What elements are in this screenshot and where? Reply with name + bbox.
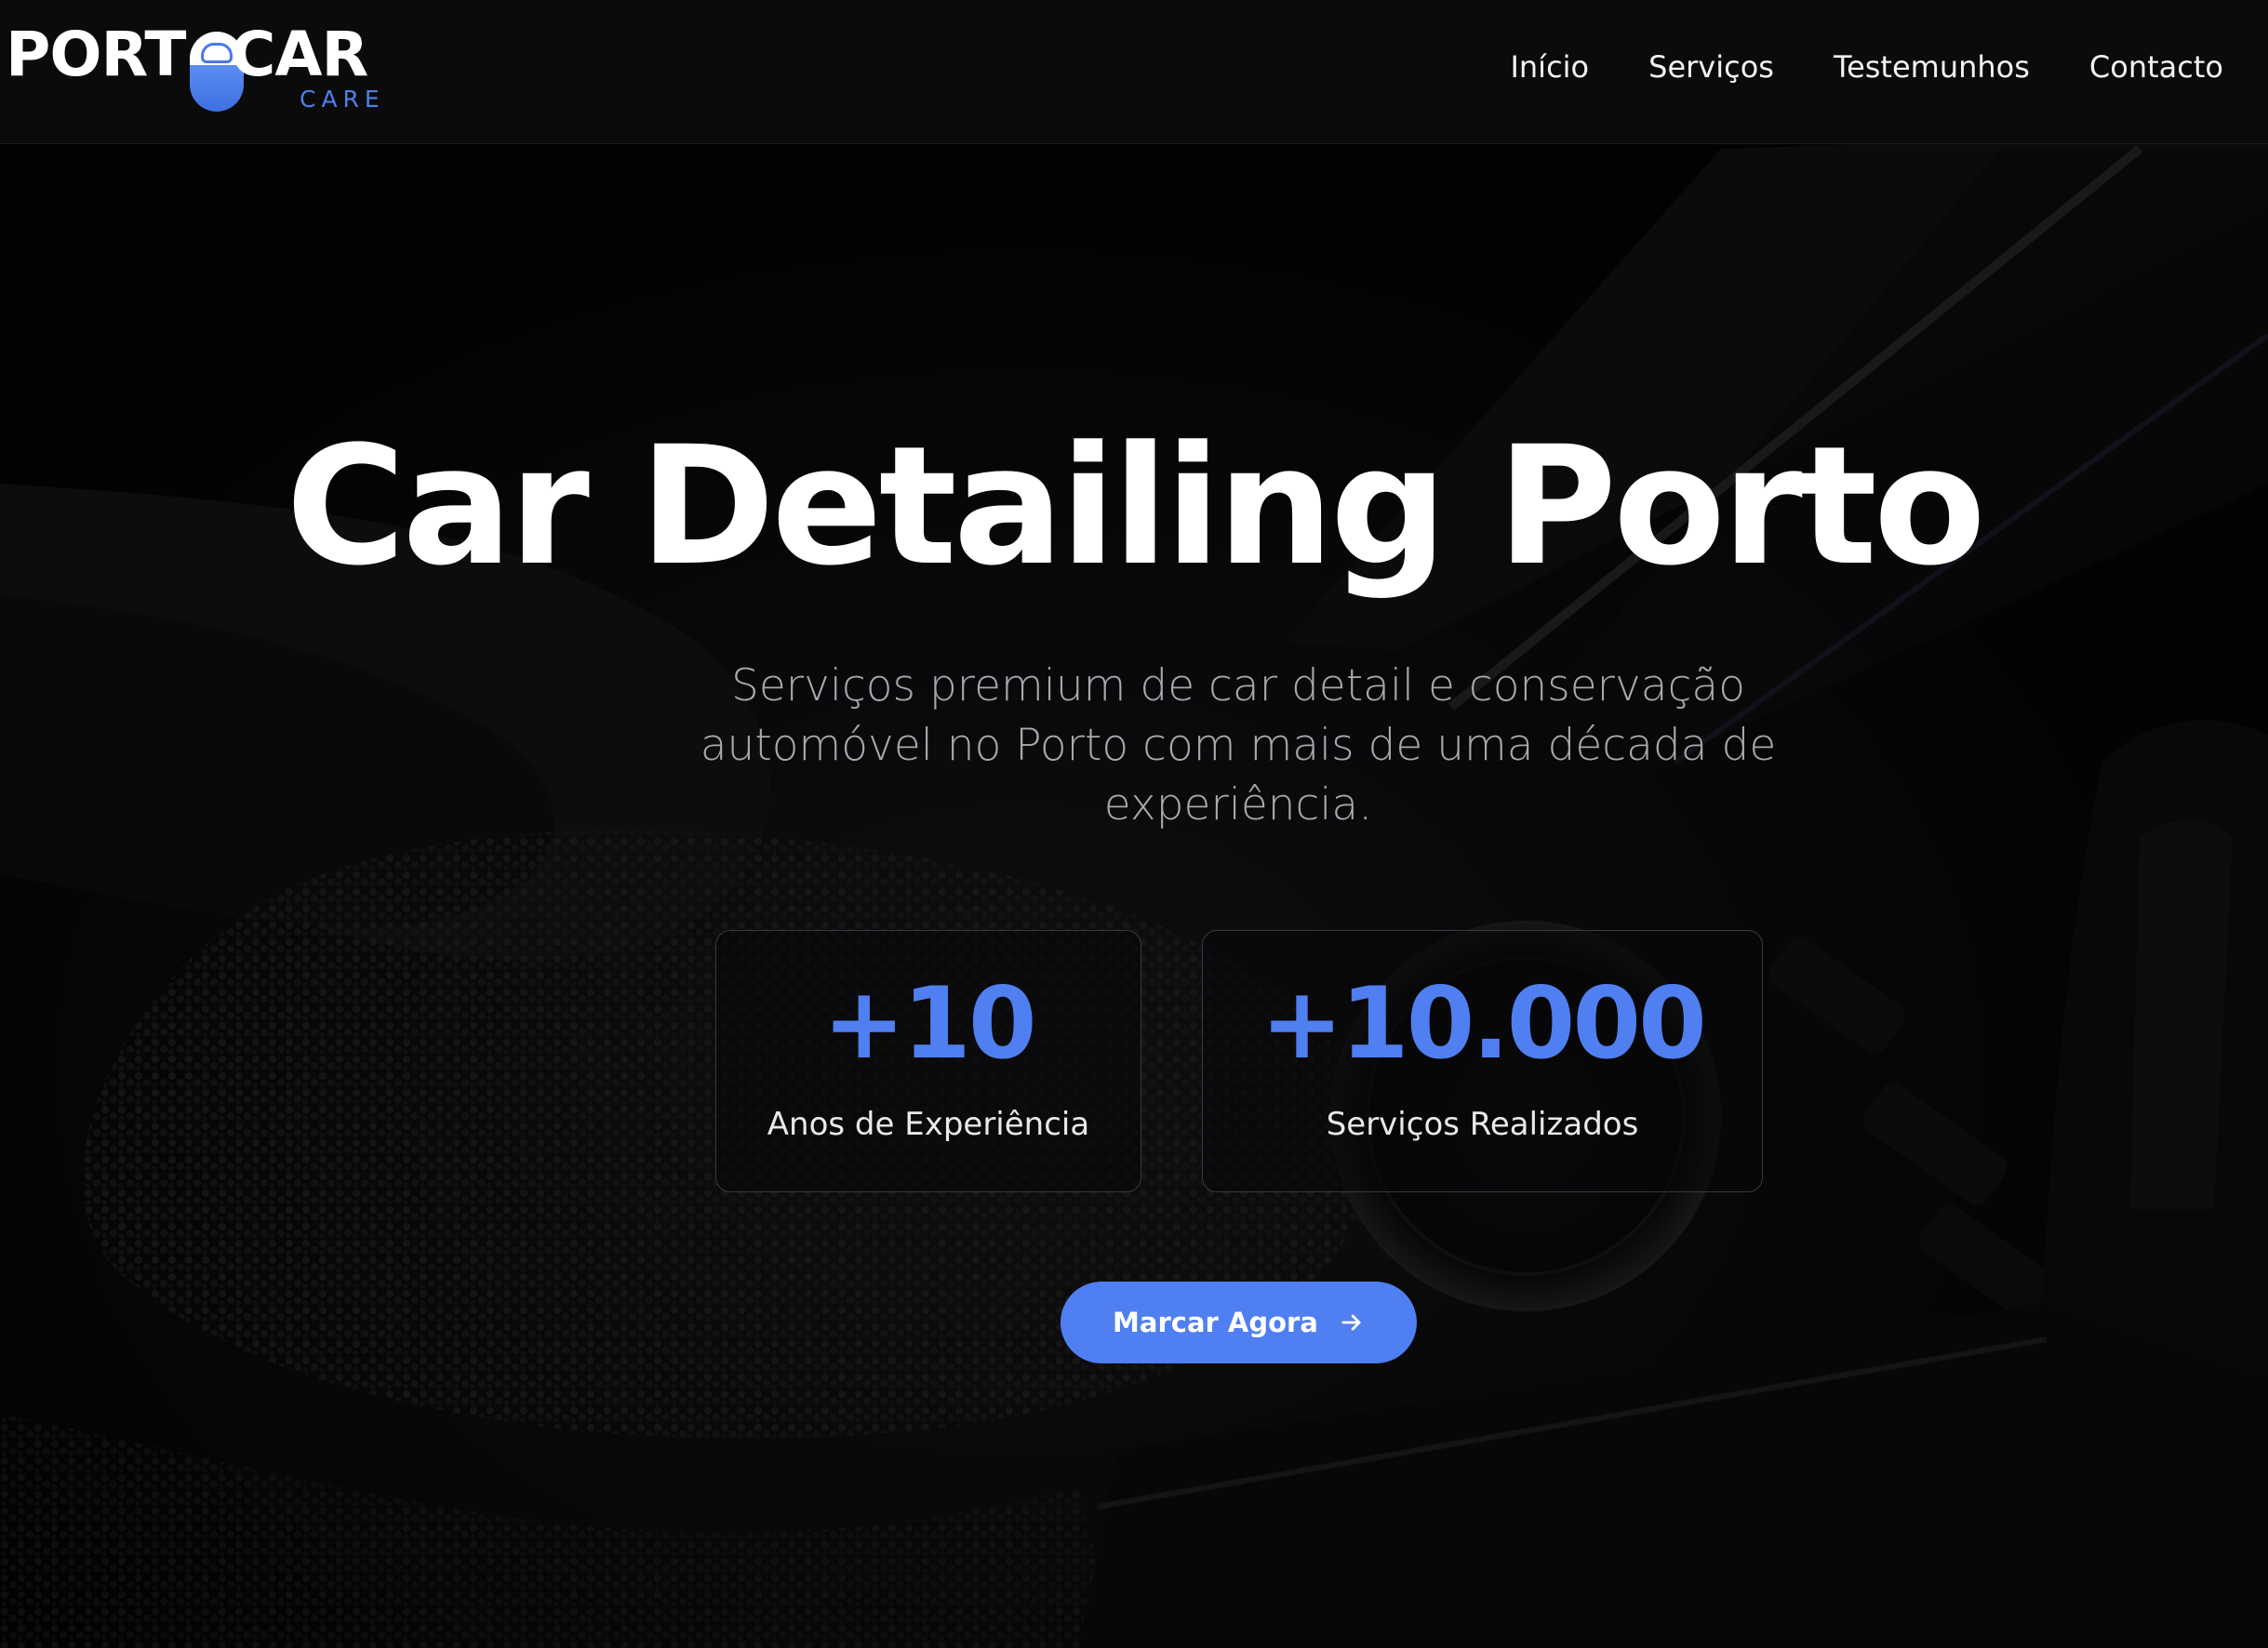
- nav-link-testemunhos[interactable]: Testemunhos: [1834, 47, 2030, 87]
- car-icon: [201, 43, 233, 63]
- hero-title: Car Detailing Porto: [286, 411, 1986, 602]
- stat-value: +10: [822, 966, 1036, 1081]
- logo-word-left: PORT: [6, 19, 186, 90]
- main-nav: Início Serviços Testemunhos Contacto: [1510, 47, 2223, 87]
- nav-link-servicos[interactable]: Serviços: [1648, 47, 1774, 87]
- site-header: PORT CAR CARE Início Serviços Testemunho…: [0, 0, 2268, 144]
- nav-link-inicio[interactable]: Início: [1510, 47, 1589, 87]
- page: PORT CAR CARE Início Serviços Testemunho…: [0, 0, 2268, 1648]
- nav-link-contacto[interactable]: Contacto: [2089, 47, 2223, 87]
- logo-word-right: CAR: [231, 19, 368, 90]
- logo-subtitle: CARE: [300, 86, 385, 113]
- stat-label: Anos de Experiência: [767, 1106, 1090, 1143]
- hero-subtitle: Serviços premium de car detail e conserv…: [700, 660, 1777, 831]
- stat-card-services: +10.000 Serviços Realizados: [1202, 930, 1763, 1192]
- stat-value: +10.000: [1261, 966, 1707, 1081]
- arrow-right-icon: [1341, 1314, 1361, 1331]
- stat-card-experience: +10 Anos de Experiência: [715, 930, 1141, 1192]
- stat-label: Serviços Realizados: [1326, 1106, 1639, 1143]
- book-now-button[interactable]: Marcar Agora: [1061, 1282, 1417, 1363]
- book-now-label: Marcar Agora: [1113, 1307, 1318, 1338]
- brand-logo[interactable]: PORT CAR CARE: [6, 20, 396, 113]
